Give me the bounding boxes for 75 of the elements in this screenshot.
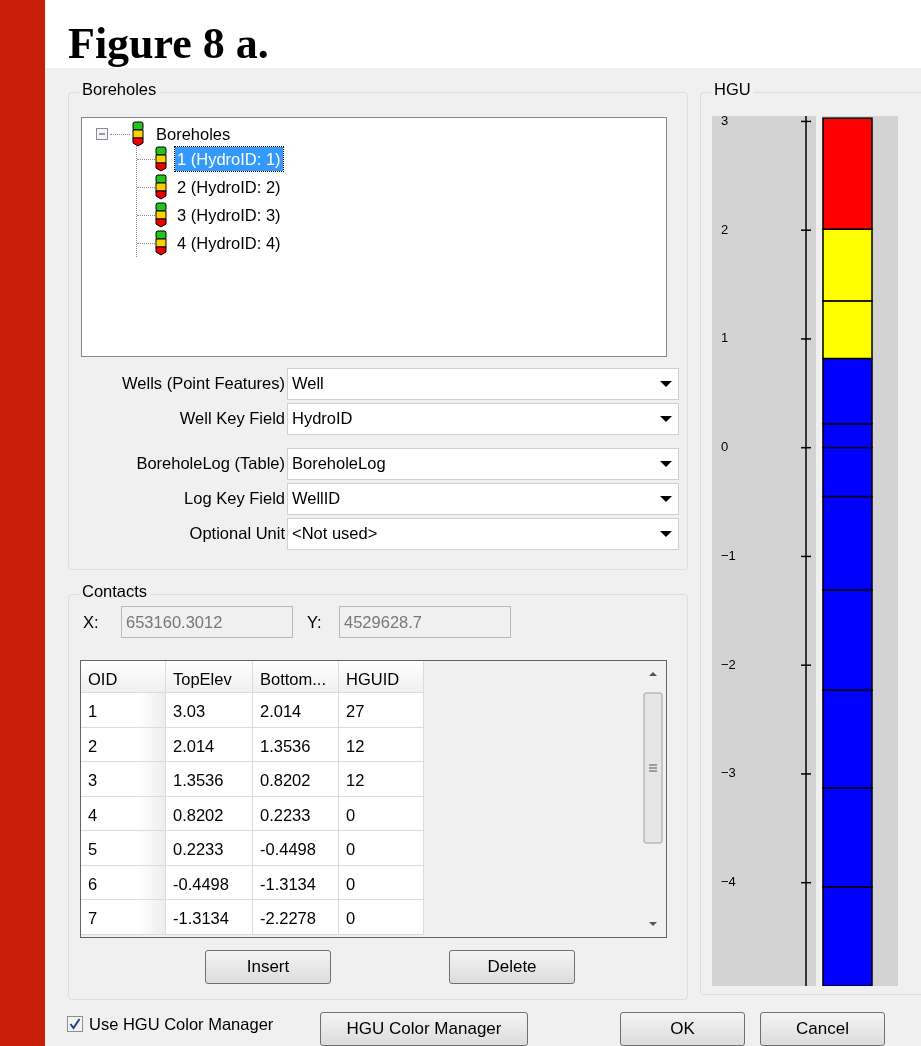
dropdown-arrow-icon — [660, 460, 672, 467]
column-header[interactable]: Bottom... — [253, 661, 339, 693]
field-label: Wells (Point Features) — [121, 373, 286, 395]
tick-label: −2 — [721, 656, 736, 672]
table-cell: 0 — [339, 865, 424, 900]
field-label: Well Key Field — [178, 408, 286, 430]
collapse-icon[interactable] — [96, 128, 108, 140]
table-cell: 0.2233 — [253, 796, 339, 831]
table-cell: 4 — [81, 796, 166, 831]
field-label: Log Key Field — [183, 488, 286, 510]
figure-title: Figure 8 a. — [68, 22, 269, 66]
action-button[interactable]: Insert — [205, 950, 331, 984]
table-cell: 0 — [339, 900, 424, 935]
table-cell: 7 — [81, 900, 166, 935]
table-cell: 12 — [339, 762, 424, 797]
table-cell: 1.3536 — [166, 762, 253, 797]
tree-item[interactable]: Boreholes — [156, 121, 231, 147]
table-cell: 0.8202 — [166, 796, 253, 831]
dropdown[interactable]: Well — [287, 367, 679, 400]
table-cell: 1 — [81, 693, 166, 728]
table-cell: 3 — [81, 762, 166, 797]
column-header[interactable]: HGUID — [339, 661, 424, 693]
table-cell: 12 — [339, 727, 424, 762]
borehole-icon — [155, 202, 167, 228]
table-cell: 0.2233 — [166, 831, 253, 866]
tick-label: −4 — [721, 874, 736, 890]
field-label: Optional Unit — [188, 523, 286, 545]
column-header[interactable]: OID — [81, 661, 166, 693]
tree-item[interactable]: 2 (HydroID: 2) — [175, 174, 283, 200]
table-cell: 2 — [81, 727, 166, 762]
action-button[interactable]: Delete — [449, 950, 575, 984]
dropdown[interactable]: HydroID — [287, 402, 679, 435]
dropdown-arrow-icon — [660, 495, 672, 502]
tick-label: 1 — [721, 330, 729, 346]
table-cell: 6 — [81, 865, 166, 900]
table-cell: 1.3536 — [253, 727, 339, 762]
table-cell: 3.03 — [166, 693, 253, 728]
tree-item[interactable]: 3 (HydroID: 3) — [175, 202, 283, 228]
tick-label: −1 — [721, 547, 736, 563]
tick-label: 3 — [721, 116, 729, 128]
borehole-icon — [132, 121, 144, 147]
tick-label: 0 — [721, 439, 729, 455]
table-cell: 5 — [81, 831, 166, 866]
table-cell: 0 — [339, 831, 424, 866]
checkbox[interactable] — [67, 1016, 83, 1033]
tree-item[interactable]: 4 (HydroID: 4) — [175, 230, 283, 256]
action-button[interactable]: HGU Color Manager — [320, 1012, 528, 1046]
dropdown[interactable]: WellID — [287, 482, 679, 515]
dropdown[interactable]: BoreholeLog — [287, 447, 679, 480]
table-cell: -2.2278 — [253, 900, 339, 935]
tick-label: −3 — [721, 765, 736, 781]
dropdown-arrow-icon — [660, 530, 672, 537]
table-cell: -0.4498 — [253, 831, 339, 866]
table-cell: 2.014 — [253, 693, 339, 728]
table-cell: -0.4498 — [166, 865, 253, 900]
action-button[interactable]: Cancel — [760, 1012, 885, 1046]
checkbox-label: Use HGU Color Manager — [89, 1014, 274, 1035]
dropdown[interactable]: <Not used> — [287, 517, 679, 550]
borehole-icon — [155, 146, 167, 172]
dropdown-arrow-icon — [660, 380, 672, 387]
tick-label: 2 — [721, 221, 729, 237]
column-header[interactable]: TopElev — [166, 661, 253, 693]
coord-label: X: — [83, 611, 100, 633]
coord-label: Y: — [307, 611, 323, 633]
borehole-icon — [155, 174, 167, 200]
borehole-icon — [155, 230, 167, 256]
action-button[interactable]: OK — [620, 1012, 745, 1046]
table-cell: 0 — [339, 796, 424, 831]
dropdown-arrow-icon — [660, 415, 672, 422]
table-cell: 2.014 — [166, 727, 253, 762]
table-cell: 0.8202 — [253, 762, 339, 797]
table-cell: -1.3134 — [166, 900, 253, 935]
field-label: BoreholeLog (Table) — [135, 453, 286, 475]
table-cell: 27 — [339, 693, 424, 728]
table-cell: -1.3134 — [253, 865, 339, 900]
